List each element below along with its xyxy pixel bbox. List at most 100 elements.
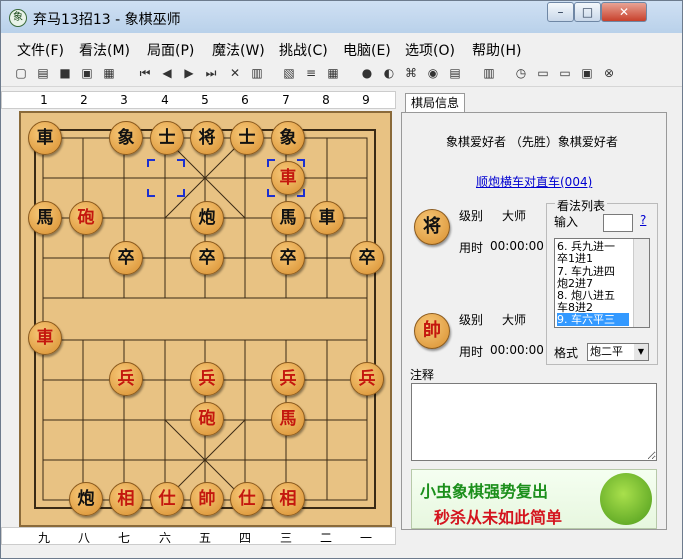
grid-icon[interactable]: ▦ bbox=[325, 65, 341, 81]
piece-red-elephant[interactable]: 相 bbox=[109, 482, 143, 516]
piece-black-general[interactable]: 将 bbox=[190, 121, 224, 155]
move-list-scrollbar[interactable] bbox=[633, 239, 649, 327]
list-item-selected[interactable]: 9. 车六平三 bbox=[557, 313, 629, 326]
menu-challenge[interactable]: 挑战(C) bbox=[279, 40, 328, 60]
chess-board[interactable]: 車 象 士 将 士 象 車 馬 砲 炮 馬 車 卒 卒 卒 卒 車 兵 兵 兵 … bbox=[19, 111, 392, 527]
lower-level-value: 大师 bbox=[502, 313, 527, 327]
upper-player-piece-icon: 将 bbox=[414, 209, 450, 245]
menu-file[interactable]: 文件(F) bbox=[17, 40, 64, 60]
piece-black-soldier[interactable]: 卒 bbox=[271, 241, 305, 275]
piece-black-horse[interactable]: 馬 bbox=[28, 201, 62, 235]
maximize-button[interactable]: □ bbox=[574, 2, 601, 22]
first-move-icon[interactable]: ⏮ bbox=[137, 65, 153, 81]
coord-label: 五 bbox=[198, 531, 211, 545]
coord-label: 9 bbox=[362, 93, 370, 107]
piece-red-advisor[interactable]: 仕 bbox=[150, 482, 184, 516]
ad-banner[interactable]: 小虫象棋强势复出 秒杀从未如此简单 bbox=[411, 469, 657, 529]
piece-black-horse[interactable]: 馬 bbox=[271, 201, 305, 235]
piece-red-soldier[interactable]: 兵 bbox=[350, 362, 384, 396]
open-icon[interactable]: ▤ bbox=[35, 65, 51, 81]
paste-icon[interactable]: ▥ bbox=[249, 65, 265, 81]
piece-red-soldier[interactable]: 兵 bbox=[109, 362, 143, 396]
bug-mascot-icon bbox=[600, 473, 652, 525]
piece-black-elephant[interactable]: 象 bbox=[109, 121, 143, 155]
save-icon[interactable]: ■ bbox=[57, 65, 73, 81]
tree-icon[interactable]: ≡ bbox=[303, 65, 319, 81]
piece-red-elephant[interactable]: 相 bbox=[271, 482, 305, 516]
piece-red-advisor[interactable]: 仕 bbox=[230, 482, 264, 516]
help-icon[interactable]: ? bbox=[640, 213, 646, 227]
computer-icon[interactable]: ▭ bbox=[535, 65, 551, 81]
lower-time-value: 00:00:00 bbox=[490, 343, 544, 357]
lower-player-piece-icon: 帥 bbox=[414, 313, 450, 349]
link-icon[interactable]: ⌘ bbox=[403, 65, 419, 81]
title-bar: 象 弃马13招13 - 象棋巫师 – □ ✕ bbox=[1, 1, 682, 33]
piece-red-soldier[interactable]: 兵 bbox=[190, 362, 224, 396]
players-line: 象棋爱好者 （先胜）象棋爱好者 bbox=[446, 135, 618, 149]
piece-black-soldier[interactable]: 卒 bbox=[109, 241, 143, 275]
new-icon[interactable]: ▢ bbox=[13, 65, 29, 81]
last-move-icon[interactable]: ⏭ bbox=[203, 65, 219, 81]
globe-icon[interactable]: ◉ bbox=[425, 65, 441, 81]
piece-black-chariot[interactable]: 車 bbox=[28, 121, 62, 155]
piece-red-horse[interactable]: 馬 bbox=[271, 402, 305, 436]
coord-label: 2 bbox=[80, 93, 88, 107]
prev-move-icon[interactable]: ◀ bbox=[159, 65, 175, 81]
clock-icon[interactable]: ◷ bbox=[513, 65, 529, 81]
ad-line-1: 小虫象棋强势复出 bbox=[420, 482, 549, 501]
minimize-button[interactable]: – bbox=[547, 2, 574, 22]
coord-label: 6 bbox=[241, 93, 249, 107]
piece-red-cannon[interactable]: 砲 bbox=[190, 402, 224, 436]
input-label: 输入 bbox=[554, 215, 579, 229]
next-move-icon[interactable]: ▶ bbox=[181, 65, 197, 81]
coord-label: 七 bbox=[117, 531, 130, 545]
computer2-icon[interactable]: ▭ bbox=[557, 65, 573, 81]
delete-icon[interactable]: ✕ bbox=[227, 65, 243, 81]
menu-options[interactable]: 选项(O) bbox=[405, 40, 455, 60]
piece-black-advisor[interactable]: 士 bbox=[230, 121, 264, 155]
menu-computer[interactable]: 电脑(E) bbox=[343, 40, 391, 60]
piece-red-general[interactable]: 帥 bbox=[190, 482, 224, 516]
upper-level-value: 大师 bbox=[502, 209, 527, 223]
piece-red-cannon[interactable]: 砲 bbox=[69, 201, 103, 235]
coordinate-row-top: 1 2 3 4 5 6 7 8 9 bbox=[1, 91, 396, 109]
stop-icon[interactable]: ⊗ bbox=[601, 65, 617, 81]
selection-marker bbox=[147, 159, 185, 197]
list-item[interactable]: 卒1进1 bbox=[557, 252, 629, 265]
piece-black-elephant[interactable]: 象 bbox=[271, 121, 305, 155]
menu-view[interactable]: 看法(M) bbox=[79, 40, 130, 60]
piece-black-cannon[interactable]: 炮 bbox=[69, 482, 103, 516]
library-icon[interactable]: ▥ bbox=[481, 65, 497, 81]
opening-link[interactable]: 顺炮横车对直车(004) bbox=[476, 173, 592, 190]
piece-black-advisor[interactable]: 士 bbox=[150, 121, 184, 155]
piece-black-soldier[interactable]: 卒 bbox=[350, 241, 384, 275]
piece-red-soldier[interactable]: 兵 bbox=[271, 362, 305, 396]
board-edit-icon[interactable]: ▧ bbox=[281, 65, 297, 81]
menu-help[interactable]: 帮助(H) bbox=[472, 40, 521, 60]
menu-magic[interactable]: 魔法(W) bbox=[212, 40, 265, 60]
properties-icon[interactable]: ▦ bbox=[101, 65, 117, 81]
piece-black-soldier[interactable]: 卒 bbox=[190, 241, 224, 275]
close-button[interactable]: ✕ bbox=[601, 2, 647, 22]
piece-black-cannon[interactable]: 炮 bbox=[190, 201, 224, 235]
format-select[interactable]: 炮二平 ▼ bbox=[587, 343, 649, 361]
piece-red-chariot[interactable]: 車 bbox=[28, 321, 62, 355]
menu-position[interactable]: 局面(P) bbox=[147, 40, 194, 60]
comment-textarea[interactable] bbox=[411, 383, 657, 461]
coord-label: 四 bbox=[238, 531, 251, 545]
coord-label: 八 bbox=[77, 531, 90, 545]
piece-black-chariot[interactable]: 車 bbox=[310, 201, 344, 235]
move-list[interactable]: 6. 兵九进一 卒1进1 7. 车九进四 炮2进7 8. 炮八进五 车8进2 9… bbox=[554, 238, 650, 328]
coord-label: 六 bbox=[158, 531, 171, 545]
menu-bar: 文件(F) 看法(M) 局面(P) 魔法(W) 挑战(C) 电脑(E) 选项(O… bbox=[1, 37, 682, 59]
palette-icon[interactable]: ● bbox=[359, 65, 375, 81]
monitor-icon[interactable]: ▣ bbox=[579, 65, 595, 81]
print-icon[interactable]: ▣ bbox=[79, 65, 95, 81]
move-input[interactable] bbox=[603, 214, 633, 232]
upper-level-label: 级别 bbox=[459, 209, 484, 223]
piece-red-chariot[interactable]: 車 bbox=[271, 161, 305, 195]
chevron-down-icon[interactable]: ▼ bbox=[634, 344, 648, 360]
tab-game-info[interactable]: 棋局信息 bbox=[405, 93, 465, 113]
document-icon[interactable]: ▤ bbox=[447, 65, 463, 81]
book-icon[interactable]: ◐ bbox=[381, 65, 397, 81]
